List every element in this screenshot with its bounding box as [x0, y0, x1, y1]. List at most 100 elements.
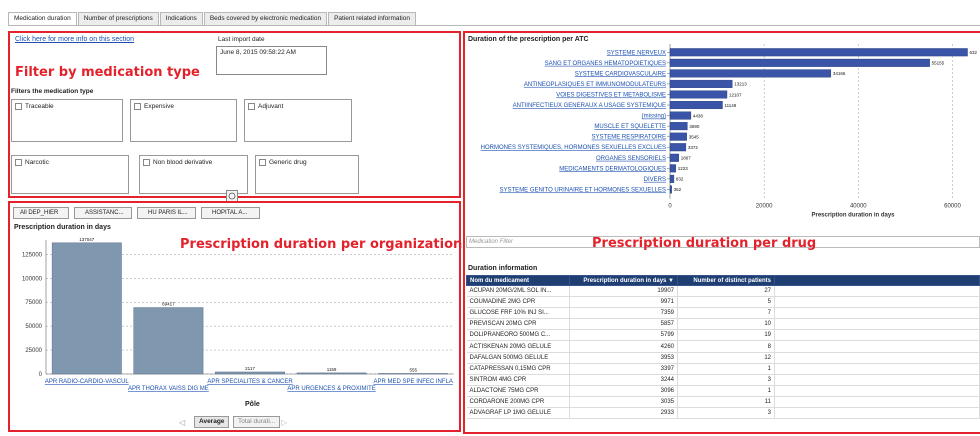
checkbox-narcotic[interactable]: Narcotic [15, 159, 49, 166]
bar-value-label: 2117 [245, 366, 255, 371]
last-import-value: June 8, 2015 09:58:22 AM [216, 46, 327, 75]
breadcrumb-item-assistance[interactable]: ASSISTANC... [74, 207, 132, 219]
cell-drug-name: SINTROM 4MG CPR [466, 374, 570, 386]
bar [669, 153, 679, 162]
cell-patients: 19 [677, 329, 775, 342]
cell-duration: 3035 [569, 396, 678, 409]
table-row[interactable]: SINTROM 4MG CPR 3244 3 [466, 374, 980, 386]
cell-drug-name: ADVAGRAF LP 1MG GELULE [466, 407, 570, 420]
total-duration-button[interactable]: Total durati... [233, 416, 281, 428]
checkbox-square[interactable] [15, 159, 22, 166]
cell-empty [774, 352, 980, 364]
bar-value-label: 34166 [833, 71, 846, 76]
x-tick-label: 20000 [756, 204, 773, 210]
table-row[interactable]: ALDACTONE 75MG CPR 3096 1 [466, 385, 980, 397]
table-row[interactable]: COUMADINE 2MG CPR 9971 5 [466, 296, 980, 309]
x-tick-label: 0 [668, 204, 672, 210]
checkbox-square[interactable] [259, 159, 266, 166]
table-row[interactable]: ACTISKENAN 20MG GELULE 4260 8 [466, 340, 980, 353]
last-import-label: Last import date [218, 36, 265, 43]
cell-empty [774, 363, 980, 375]
tab-indications[interactable]: Indications [159, 12, 203, 25]
column-header-duration-label: Prescription duration in days [583, 277, 667, 284]
table-row[interactable]: ACUPAN 20MG/2ML SOL IN... 19907 27 [466, 285, 980, 298]
y-tick-label: 100000 [22, 276, 43, 282]
bar [669, 58, 930, 67]
average-button[interactable]: Average [194, 416, 230, 428]
checkbox-traceable[interactable]: Traceable [15, 103, 54, 110]
cell-duration: 3096 [569, 385, 678, 397]
column-header-empty [774, 275, 980, 286]
x-tick-label: 60000 [944, 204, 961, 210]
cell-duration: 9971 [569, 296, 678, 309]
scroll-left-icon[interactable]: ◁ [179, 418, 185, 427]
checkbox-expensive[interactable]: Expensive [134, 103, 174, 110]
x-axis-label: Prescription duration in days [811, 213, 895, 219]
cell-drug-name: COUMADINE 2MG CPR [466, 296, 570, 309]
checkbox-square[interactable] [248, 103, 255, 110]
bar [215, 371, 285, 375]
column-header-duration[interactable]: Prescription duration in days ▼ [569, 275, 678, 286]
checkbox-label: Generic drug [269, 159, 307, 166]
atc-chart-title: Duration of the prescription per ATC [468, 36, 589, 43]
x-category-label: APR URGENCES & PROXIMITE [287, 386, 375, 392]
table-row[interactable]: CORDARONE 200MG CPR 3035 11 [466, 396, 980, 409]
tab-patient-related-information[interactable]: Patient related information [328, 12, 416, 25]
bar-value-label: 352 [674, 187, 682, 192]
checkbox-square[interactable] [15, 103, 22, 110]
bar [669, 185, 672, 194]
table-row[interactable]: CATAPRESSAN 0,15MG CPR 3397 1 [466, 363, 980, 375]
bar [669, 79, 733, 88]
table-row[interactable]: PREVISCAN 20MG CPR 5857 10 [466, 318, 980, 331]
bar-value-label: 55155 [932, 61, 945, 66]
bar-value-label: 13213 [734, 82, 747, 87]
cell-drug-name: ALDACTONE 75MG CPR [466, 385, 570, 397]
checkbox-square[interactable] [143, 159, 150, 166]
column-header-patients[interactable]: Number of distinct patients [677, 275, 775, 286]
bar [669, 122, 688, 131]
y-category-label: ANTINEOPLASIQUES ET IMMUNOMODULATEURS [524, 82, 666, 88]
bar [296, 372, 367, 375]
x-category-label: APR THORAX VAISS DIG ME [128, 386, 209, 392]
column-header-drug-name[interactable]: Nom du medicament [466, 275, 570, 286]
bar-value-label: 3690 [689, 124, 700, 129]
sort-desc-icon[interactable]: ▼ [668, 278, 674, 284]
bar [133, 307, 204, 375]
table-row[interactable]: ADVAGRAF LP 1MG GELULE 2933 3 [466, 407, 980, 420]
bar [669, 111, 692, 120]
table-row[interactable]: DAFALGAN 500MG GELULE 3953 12 [466, 352, 980, 364]
org-chart-title: Prescription duration in days [14, 224, 111, 231]
breadcrumb-item-hopital[interactable]: HOPITAL A... [201, 207, 260, 219]
cell-empty [774, 307, 980, 320]
bar-value-label: 632 [970, 50, 978, 55]
y-category-label: (missing) [642, 114, 666, 120]
bar [669, 174, 675, 183]
cell-patients: 5 [677, 296, 775, 309]
bar-value-label: 12107 [729, 92, 742, 97]
tab-divider [8, 25, 980, 26]
breadcrumb-item-hu-paris[interactable]: HU PARIS IL... [137, 207, 196, 219]
cell-patients: 8 [677, 340, 775, 353]
checkbox-non-blood-derivative[interactable]: Non blood derivative [143, 159, 212, 166]
scroll-right-icon[interactable]: ▷ [281, 418, 287, 427]
tab-number-of-prescriptions[interactable]: Number of prescriptions [77, 12, 159, 25]
cell-empty [774, 385, 980, 397]
bar-value-label: 555 [409, 367, 417, 372]
breadcrumb-item-all[interactable]: All DEP_HIER [13, 207, 69, 219]
checkbox-generic-drug[interactable]: Generic drug [259, 159, 307, 166]
cell-duration: 3244 [569, 374, 678, 386]
tab-beds-covered[interactable]: Beds covered by electronic medication [203, 12, 328, 25]
filter-annotation: Filter by medication type [15, 65, 200, 80]
info-link[interactable]: Click here for more info on this section [15, 36, 134, 43]
bar-value-label: 832 [676, 177, 684, 182]
x-category-label: APR SPECIALITES & CANCER [207, 379, 293, 385]
y-category-label: SYSTEME RESPIRATOIRE [592, 135, 666, 141]
duration-info-title: Duration information [468, 265, 538, 272]
table-row[interactable]: DOLIPRANEORO 500MG C... 5799 19 [466, 329, 980, 342]
table-row[interactable]: GLUCOSE FRF 10% INJ SI... 7359 7 [466, 307, 980, 320]
cell-drug-name: DAFALGAN 500MG GELULE [466, 352, 570, 364]
checkbox-adjuvant[interactable]: Adjuvant [248, 103, 283, 110]
tab-medication-duration[interactable]: Medication duration [8, 12, 77, 25]
checkbox-square[interactable] [134, 103, 141, 110]
bar-value-label: 1867 [681, 156, 692, 161]
